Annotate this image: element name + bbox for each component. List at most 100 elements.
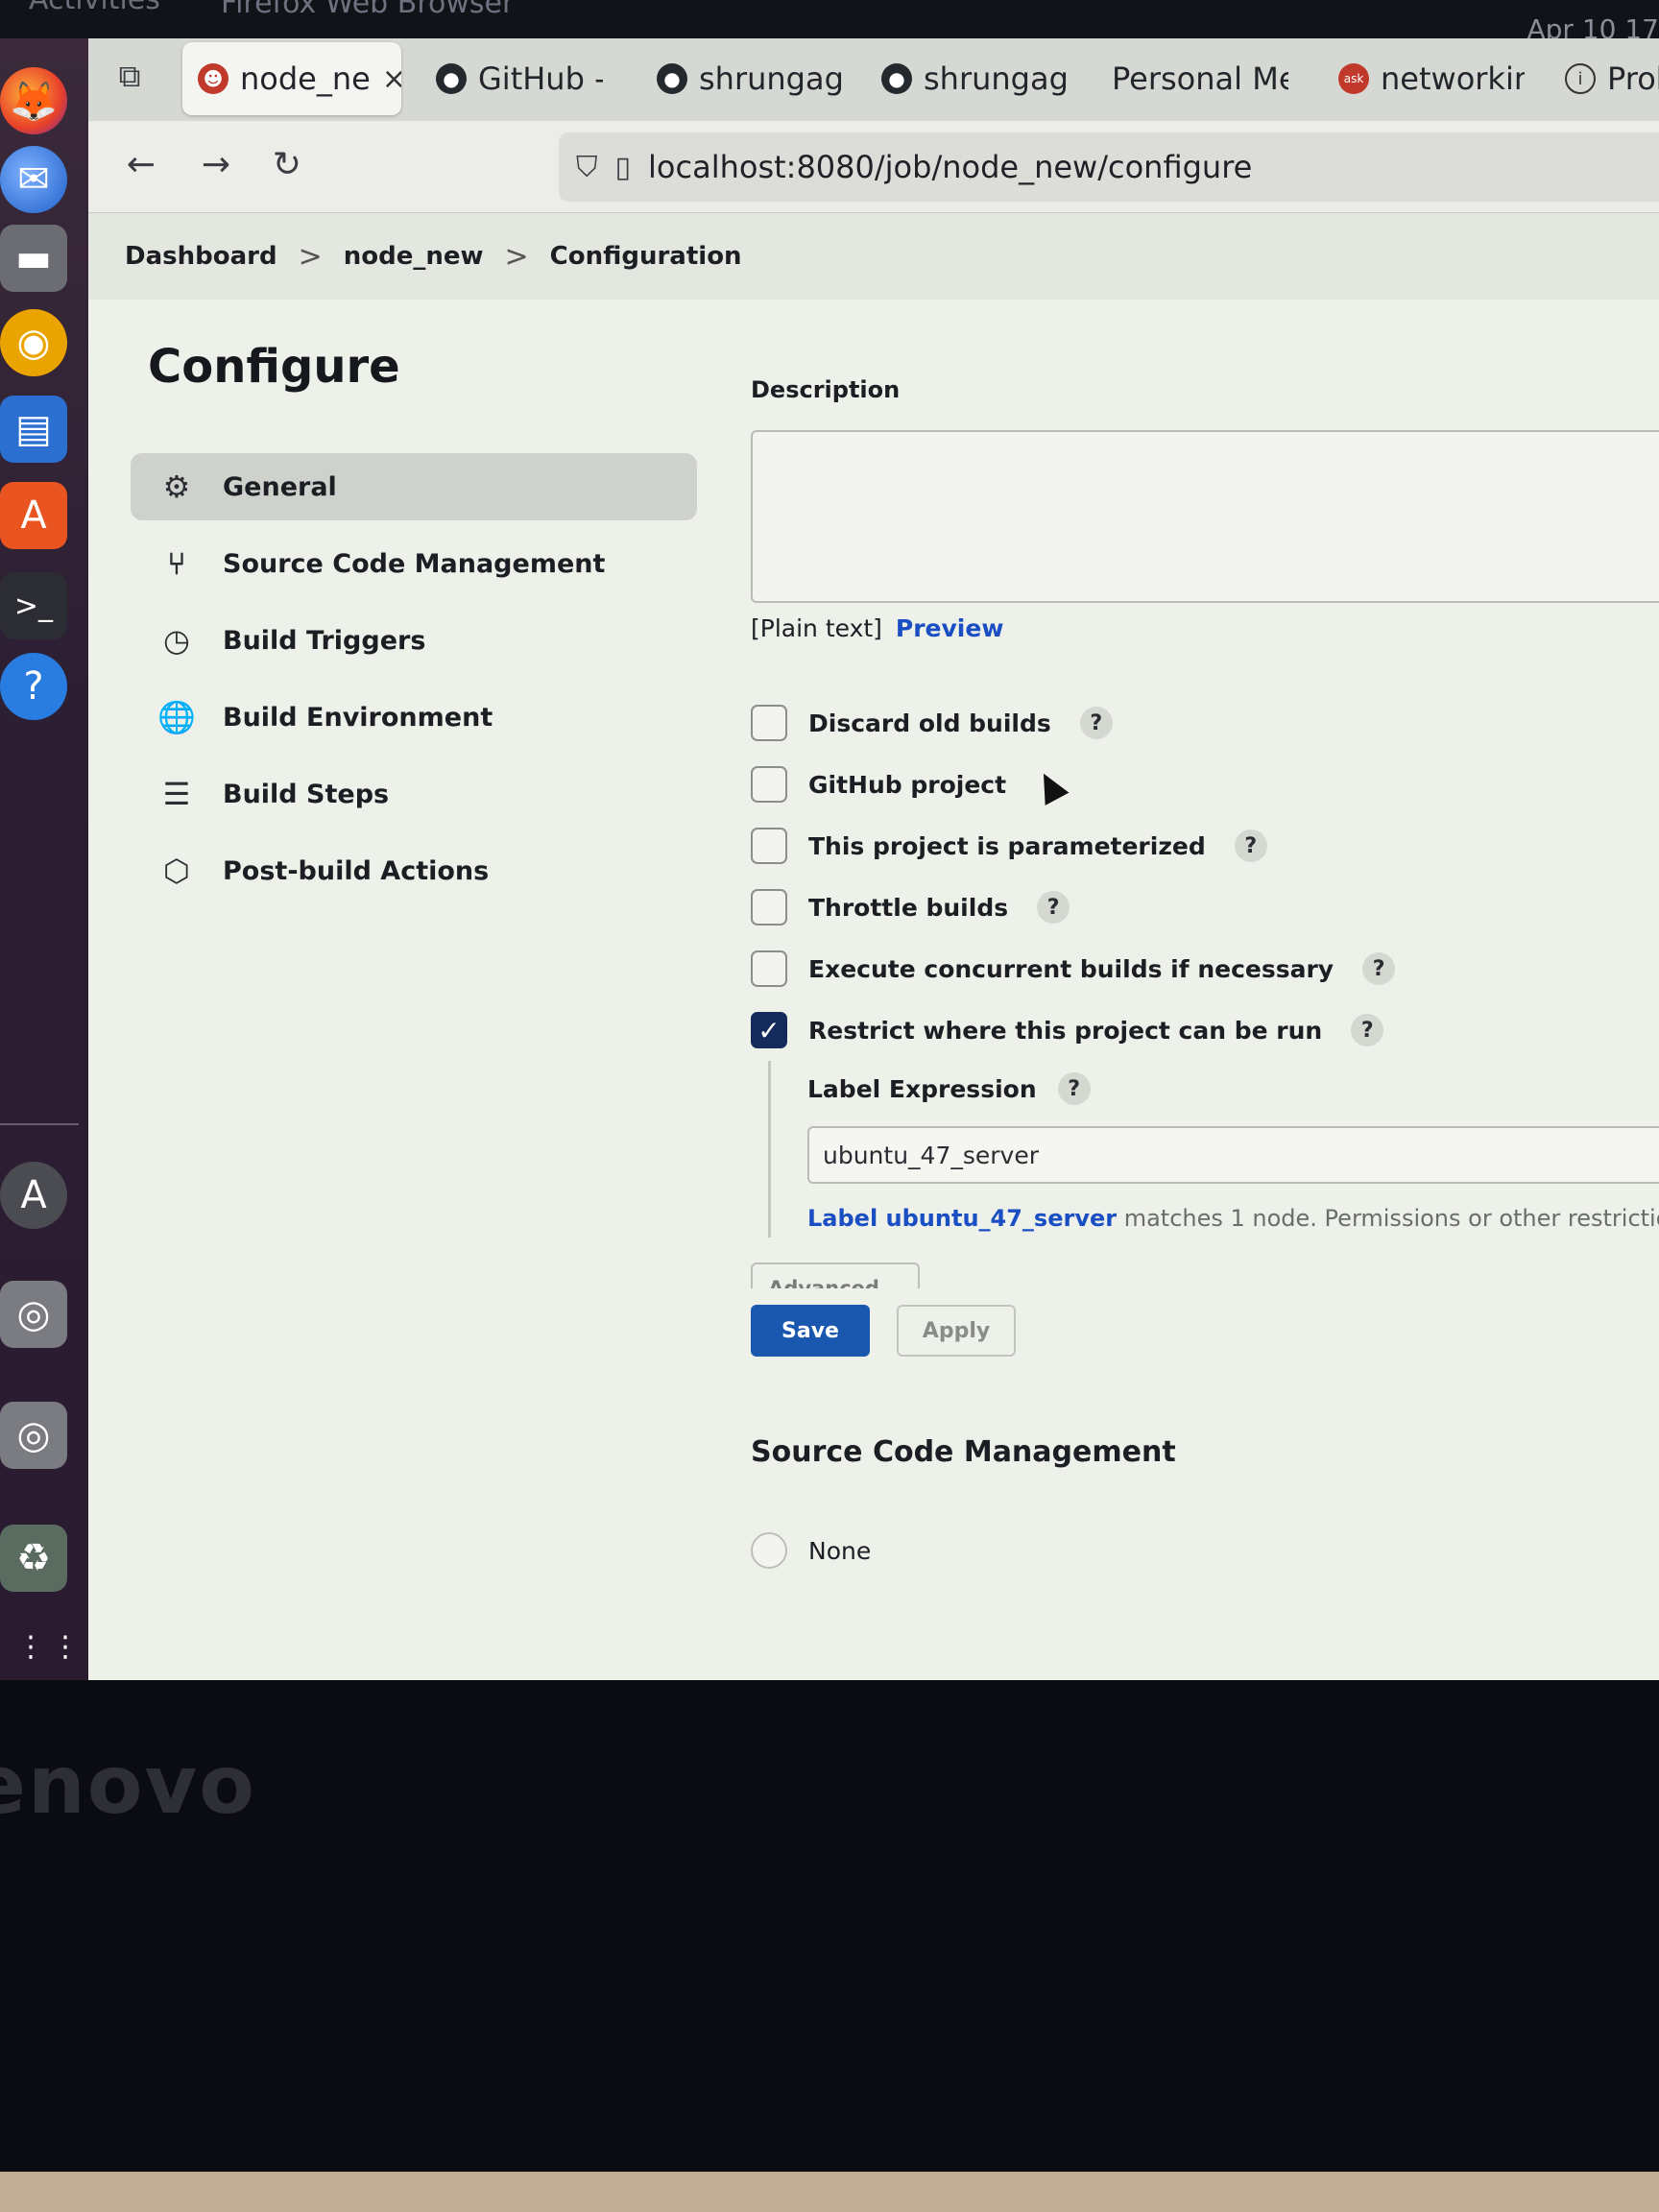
- checkbox[interactable]: [751, 705, 787, 741]
- github-icon: ●: [657, 63, 687, 94]
- desktop-top-bar: Activities Firefox Web Browser Apr 10 17: [0, 0, 1659, 45]
- trash-icon[interactable]: ♻: [0, 1525, 67, 1592]
- tab-prob[interactable]: i Prob: [1550, 42, 1659, 115]
- help-icon[interactable]: ?: [1362, 952, 1396, 985]
- activities-label[interactable]: Activities: [29, 0, 160, 16]
- label-expression-message: Label ubuntu_47_server matches 1 node. P…: [807, 1205, 1659, 1232]
- tab-github[interactable]: ● GitHub - sr: [421, 42, 603, 115]
- checkbox[interactable]: [751, 889, 787, 926]
- option-throttle-builds[interactable]: Throttle builds ?: [751, 877, 1659, 938]
- close-icon[interactable]: ×: [382, 62, 401, 96]
- config-sidenav: ⚙ General ⑂ Source Code Management ◷ Bui…: [131, 453, 697, 914]
- help-icon[interactable]: ?: [1037, 891, 1070, 924]
- window-title: Firefox Web Browser: [221, 0, 515, 20]
- back-icon[interactable]: ←: [117, 140, 165, 188]
- checkbox-checked[interactable]: ✓: [751, 1012, 787, 1048]
- description-label: Description: [751, 376, 901, 403]
- tab-label: networkin: [1381, 60, 1525, 97]
- files-icon[interactable]: ▬: [0, 225, 67, 292]
- option-concurrent-builds[interactable]: Execute concurrent builds if necessary ?: [751, 938, 1659, 999]
- apply-button[interactable]: Apply: [897, 1305, 1016, 1357]
- sidenav-item-build-environment[interactable]: 🌐 Build Environment: [131, 684, 697, 751]
- sidenav-item-build-steps[interactable]: ☰ Build Steps: [131, 760, 697, 828]
- option-discard-old-builds[interactable]: Discard old builds ?: [751, 692, 1659, 754]
- reload-icon[interactable]: ↻: [263, 140, 311, 188]
- label-expression-header: Label Expression ?: [807, 1065, 1659, 1113]
- photo-stage: Activities Firefox Web Browser Apr 10 17…: [0, 0, 1659, 2212]
- sidenav-item-general[interactable]: ⚙ General: [131, 453, 697, 520]
- nav-bar: ← → ↻ ⛉ ▯ localhost:8080/job/node_new/co…: [88, 121, 1659, 213]
- tab-label: shrungago: [699, 60, 843, 97]
- preview-link[interactable]: Preview: [896, 614, 1004, 642]
- tab-list-icon[interactable]: ⧉: [108, 54, 152, 98]
- url-text[interactable]: localhost:8080/job/node_new/configure: [648, 149, 1252, 185]
- description-textarea[interactable]: [751, 430, 1659, 603]
- breadcrumb-dashboard[interactable]: Dashboard: [125, 242, 277, 271]
- list-icon: ☰: [162, 776, 191, 812]
- sidenav-item-post-build[interactable]: ⬡ Post-build Actions: [131, 837, 697, 904]
- software-updater-icon[interactable]: A: [0, 1162, 67, 1229]
- help-icon[interactable]: ?: [1234, 830, 1267, 862]
- option-restrict-where-run[interactable]: ✓ Restrict where this project can be run…: [751, 999, 1659, 1061]
- radio-button[interactable]: [751, 1532, 787, 1569]
- shield-icon[interactable]: ⛉: [576, 151, 598, 184]
- disc-icon[interactable]: ◎: [0, 1281, 67, 1348]
- label-link[interactable]: Label ubuntu_47_server: [807, 1205, 1117, 1232]
- plain-text-label: [Plain text]: [751, 614, 882, 642]
- sidenav-item-scm[interactable]: ⑂ Source Code Management: [131, 530, 697, 597]
- forward-icon[interactable]: →: [192, 140, 240, 188]
- jenkins-page: Dashboard > node_new > Configuration Con…: [88, 213, 1659, 1680]
- checkbox[interactable]: [751, 828, 787, 864]
- sidenav-label: Build Environment: [223, 702, 493, 733]
- help-icon[interactable]: ?: [1351, 1014, 1384, 1046]
- help-icon[interactable]: ?: [0, 653, 67, 720]
- thunderbird-icon[interactable]: ✉: [0, 146, 67, 213]
- description-help: [Plain text] Preview: [751, 614, 1659, 642]
- terminal-icon[interactable]: >_: [0, 572, 67, 639]
- sidenav-label: Build Steps: [223, 779, 390, 809]
- option-label: Discard old builds: [808, 709, 1051, 737]
- app-center-icon[interactable]: A: [0, 482, 67, 549]
- tab-active[interactable]: ☻ node_ne ×: [182, 42, 401, 115]
- label-match-text: matches 1 node. Permissions or other res…: [1123, 1205, 1659, 1232]
- option-label: Throttle builds: [808, 893, 1009, 922]
- breadcrumb: Dashboard > node_new > Configuration: [88, 213, 1659, 300]
- scm-option-label: None: [808, 1536, 872, 1565]
- page-icon: ▯: [614, 150, 632, 184]
- label-expression-label: Label Expression: [807, 1074, 1037, 1103]
- browser-window: ⧉ ☻ node_ne × ● GitHub - sr ● shrungago …: [88, 38, 1659, 1680]
- scm-option-none[interactable]: None: [751, 1527, 1659, 1575]
- option-github-project[interactable]: GitHub project: [751, 754, 1659, 815]
- disc-icon[interactable]: ◎: [0, 1402, 67, 1469]
- label-expression-panel: Label Expression ? ubuntu_47_server Labe…: [768, 1061, 1659, 1238]
- url-bar[interactable]: ⛉ ▯ localhost:8080/job/node_new/configur…: [559, 132, 1659, 202]
- writer-icon[interactable]: ▤: [0, 396, 67, 463]
- general-options: Discard old builds ? GitHub project This…: [751, 692, 1659, 1314]
- app-grid-icon[interactable]: ⋮⋮⋮: [0, 1613, 80, 1680]
- breadcrumb-configuration[interactable]: Configuration: [550, 242, 742, 271]
- checkbox[interactable]: [751, 766, 787, 803]
- tab-personal-med[interactable]: Personal Med: [1096, 42, 1288, 115]
- firefox-icon[interactable]: 🦊: [0, 67, 67, 134]
- globe-icon: 🌐: [157, 699, 196, 735]
- option-parameterized[interactable]: This project is parameterized ?: [751, 815, 1659, 877]
- sidenav-item-build-triggers[interactable]: ◷ Build Triggers: [131, 607, 697, 674]
- checkbox[interactable]: [751, 950, 787, 987]
- save-button[interactable]: Save: [751, 1305, 870, 1357]
- option-label: Execute concurrent builds if necessary: [808, 954, 1334, 983]
- breadcrumb-job[interactable]: node_new: [344, 242, 484, 271]
- option-label: This project is parameterized: [808, 831, 1206, 860]
- tab-strip: ⧉ ☻ node_ne × ● GitHub - sr ● shrungago …: [88, 38, 1659, 121]
- tab-shrungago-1[interactable]: ● shrungago: [641, 42, 843, 115]
- page-title: Configure: [148, 340, 400, 394]
- tab-shrungago-2[interactable]: ● shrungago: [866, 42, 1068, 115]
- tab-label: node_ne: [240, 60, 371, 97]
- rhythmbox-icon[interactable]: ◉: [0, 309, 67, 376]
- branch-icon: ⑂: [167, 545, 186, 582]
- sidenav-label: Post-build Actions: [223, 855, 490, 886]
- github-icon: ●: [436, 63, 467, 94]
- help-icon[interactable]: ?: [1079, 707, 1113, 739]
- help-icon[interactable]: ?: [1057, 1072, 1091, 1105]
- tab-networking[interactable]: ask networkin: [1323, 42, 1525, 115]
- label-expression-input[interactable]: ubuntu_47_server: [807, 1126, 1659, 1184]
